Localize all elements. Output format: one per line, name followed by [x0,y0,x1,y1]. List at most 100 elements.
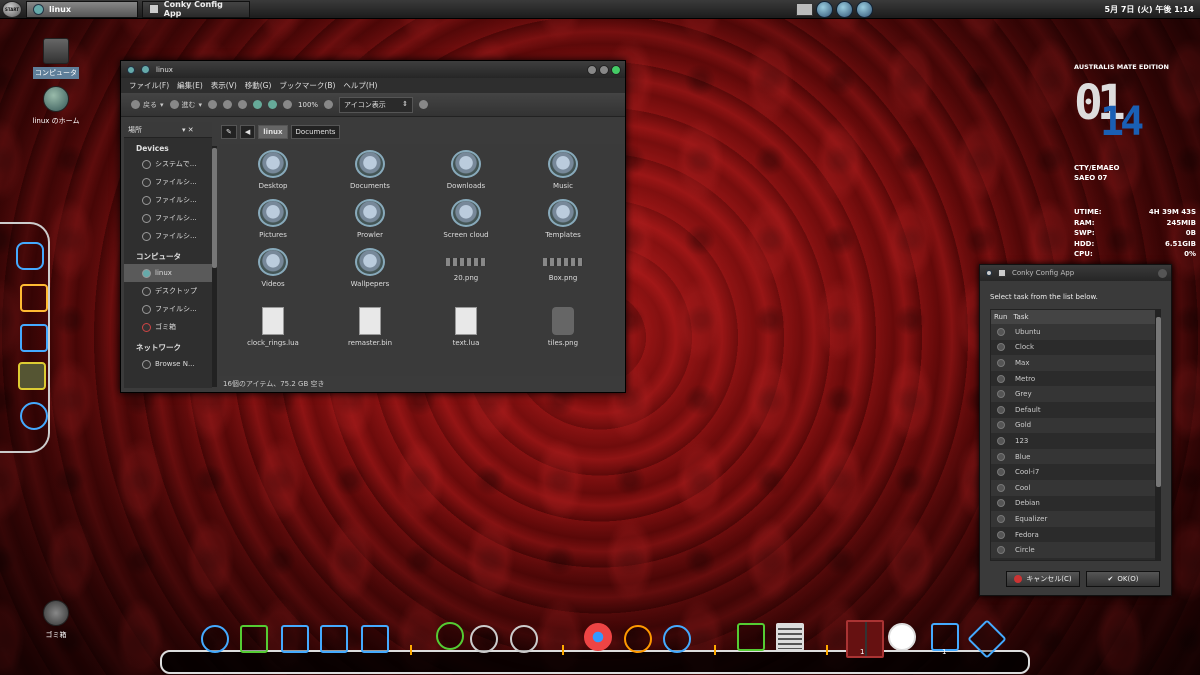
window-menu-icon[interactable] [986,270,992,276]
home-icon[interactable] [240,625,268,653]
workspace-switcher-icon[interactable] [846,620,884,658]
skype-icon[interactable] [20,284,48,312]
task-row[interactable]: Gold [991,417,1155,434]
sidebar-item-device[interactable]: ファイルシ... [124,209,212,227]
menu-bookmarks[interactable]: ブックマーク(B) [279,80,335,91]
toggle-location-button[interactable]: ✎ [221,125,237,139]
search-icon[interactable] [20,402,48,430]
run-checkbox[interactable] [997,421,1005,430]
desktop-icon-home[interactable]: linux のホーム [26,86,86,127]
info-icon[interactable] [201,625,229,653]
menu-edit[interactable]: 編集(E) [177,80,203,91]
sidebar-item-device[interactable]: システムで... [124,155,212,173]
sidebar-item-filesystem[interactable]: ファイルシ... [124,300,212,318]
maximize-button[interactable] [599,64,609,75]
sidebar-item-desktop[interactable]: デスクトップ [124,282,212,300]
file-item[interactable]: Prowler [330,199,410,239]
file-item[interactable]: Documents [330,150,410,190]
run-checkbox[interactable] [997,530,1005,539]
file-item[interactable]: Videos [233,248,313,288]
task-row[interactable]: Grey [991,386,1155,402]
sidebar-header[interactable]: 場所 ▾ ✕ [124,122,212,138]
firefox-icon[interactable] [624,625,652,653]
file-item[interactable]: tiles.png [523,307,603,347]
column-task[interactable]: Task [1013,313,1028,321]
up-icon[interactable] [208,100,218,109]
file-item[interactable]: Music [523,150,603,190]
terminal-icon[interactable] [320,625,348,653]
breadcrumb-linux[interactable]: linux [258,125,288,139]
run-checkbox[interactable] [997,343,1005,352]
sidebar-item-linux[interactable]: linux [124,264,212,282]
sidebar-item-device[interactable]: ファイルシ... [124,227,212,245]
update-icon[interactable] [856,1,873,18]
file-item[interactable]: remaster.bin [330,307,410,347]
window-menu-icon[interactable] [127,65,135,74]
volume-icon[interactable] [836,1,853,18]
file-item[interactable]: Pictures [233,199,313,239]
desktop-icon-trash[interactable]: ゴミ箱 [26,600,86,641]
chrome-icon[interactable] [584,623,612,651]
cube-icon[interactable] [18,362,46,390]
file-item[interactable]: Screen cloud [426,199,506,239]
sidebar-item-browse-network[interactable]: Browse N... [124,355,212,373]
menu-go[interactable]: 移動(G) [245,80,272,91]
desktop-icon-computer[interactable]: コンピュータ [26,38,86,79]
thunderbird-icon[interactable] [663,625,691,653]
file-item[interactable]: text.lua [426,307,506,347]
sidebar-item-device[interactable]: ファイルシ... [124,191,212,209]
tablet-icon[interactable] [470,625,498,653]
keyboard-icon[interactable] [796,3,813,16]
panel-clock[interactable]: 5月 7日 (火) 午後 1:14 [1105,4,1194,15]
menu-help[interactable]: ヘルプ(H) [343,80,377,91]
task-row[interactable]: Equalizer [991,511,1155,527]
task-row[interactable]: Debian [991,496,1155,512]
run-checkbox[interactable] [997,546,1005,555]
breadcrumb-documents[interactable]: Documents [290,125,341,139]
list-icon[interactable] [776,623,804,651]
close-button[interactable] [611,64,621,75]
window-titlebar[interactable]: linux [121,61,625,78]
run-checkbox[interactable] [997,374,1005,383]
run-checkbox[interactable] [997,436,1005,445]
trash-icon[interactable] [931,623,959,651]
scrollbar-thumb[interactable] [212,148,217,268]
file-item[interactable]: clock_rings.lua [233,307,313,347]
run-checkbox[interactable] [997,514,1005,523]
sound-icon[interactable] [510,625,538,653]
computer-icon[interactable] [268,100,278,109]
breadcrumb-left-button[interactable]: ◀ [239,125,256,139]
run-checkbox[interactable] [997,405,1005,414]
run-checkbox[interactable] [997,390,1005,399]
share-arrow-icon[interactable] [20,324,48,352]
task-row[interactable]: Blue [991,448,1155,465]
task-row[interactable]: Fedora [991,527,1155,543]
back-button[interactable]: 戻る ▾ [131,100,164,110]
save-icon[interactable] [361,625,389,653]
chevron-down-icon[interactable]: ▾ ✕ [182,126,194,134]
zoom-out-icon[interactable] [283,100,293,109]
task-row[interactable]: Cool [991,479,1155,496]
home-folder-icon[interactable] [737,623,765,651]
dialog-titlebar[interactable]: Conky Config App [980,265,1171,281]
task-row[interactable]: Max [991,355,1155,371]
taskbar-item-linux[interactable]: linux [26,0,138,18]
column-run[interactable]: Run [994,313,1007,321]
task-row[interactable]: Metro [991,371,1155,387]
run-checkbox[interactable] [997,483,1005,492]
run-checkbox[interactable] [997,468,1005,477]
file-item[interactable]: 20.png [426,248,506,282]
camera-icon[interactable] [16,242,44,270]
run-checkbox[interactable] [997,452,1005,461]
forward-button[interactable]: 進む ▾ [169,100,202,110]
file-item[interactable]: Box.png [523,248,603,282]
search-icon[interactable] [419,100,429,109]
cancel-button[interactable]: キャンセル(C) [1006,571,1080,587]
file-item[interactable]: Wallpepers [330,248,410,288]
stop-icon[interactable] [223,100,233,109]
view-mode-select[interactable]: アイコン表示 ⇕ [339,96,414,113]
file-item[interactable]: Desktop [233,150,313,190]
start-button[interactable]: START [2,0,22,18]
task-list-scrollbar[interactable] [1156,309,1161,561]
menu-file[interactable]: ファイル(F) [129,80,169,91]
